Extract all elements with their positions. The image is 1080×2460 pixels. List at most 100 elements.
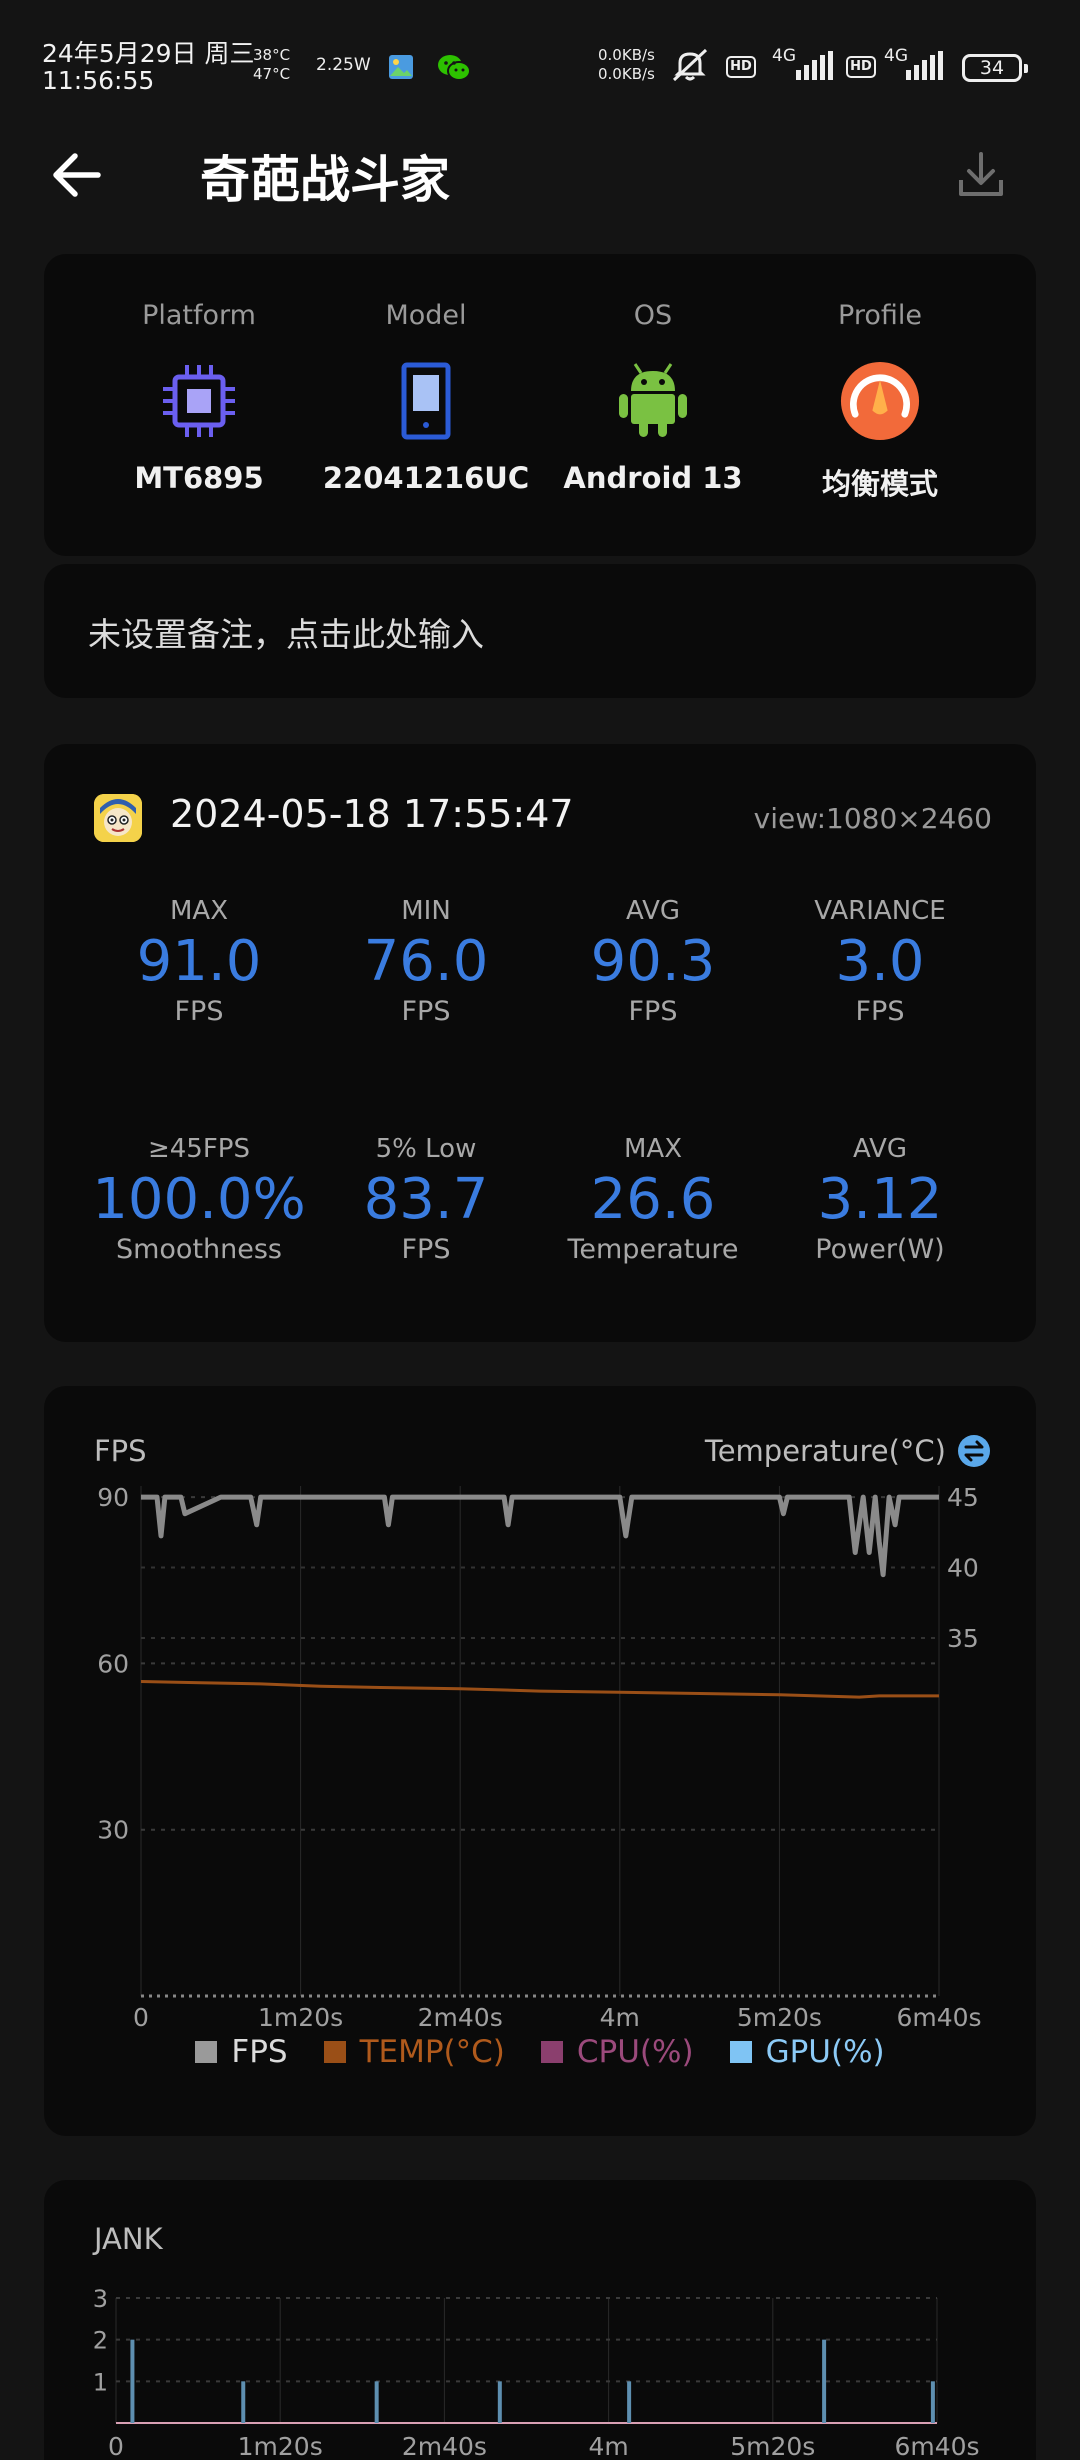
- x-tick-label: 4m: [600, 2003, 640, 2032]
- x-tick-label: 2m40s: [402, 2432, 487, 2460]
- fps-series-line: [141, 1494, 939, 1578]
- legend-label: GPU(%): [765, 2034, 885, 2070]
- jank-chart-card: JANK 0 1m20s 2m40s 4m 5m20s 6m40s 3 2 1: [44, 2180, 1036, 2460]
- status-net-speed: 0.0KB/s 0.0KB/s: [598, 46, 655, 84]
- fps-point: [254, 1522, 259, 1527]
- stat-avg-power: AVG 3.12 Power(W): [767, 1134, 993, 1265]
- session-timestamp: 2024-05-18 17:55:47: [170, 792, 574, 836]
- profile-value: 均衡模式: [821, 467, 938, 501]
- stat-max-temperature: MAX 26.6 Temperature: [540, 1134, 766, 1265]
- y-tick-label: 90: [97, 1483, 129, 1512]
- legend-swatch: [323, 2041, 346, 2063]
- y2-tick-label: 35: [947, 1624, 979, 1653]
- battery-icon: 34: [962, 54, 1028, 82]
- stat-value: 3.12: [817, 1167, 943, 1232]
- y2-tick-label: 45: [947, 1483, 979, 1512]
- stat-value: 91.0: [136, 929, 262, 994]
- legend-fps[interactable]: FPS: [195, 2034, 288, 2070]
- note-input[interactable]: 未设置备注，点击此处输入: [44, 564, 1036, 698]
- platform-info: Platform MT6895: [86, 254, 312, 495]
- stat-label: MAX: [623, 1134, 683, 1164]
- fps-chart-legend: FPS TEMP(°C) CPU(%) GPU(%): [44, 2034, 1036, 2070]
- stat-avg-fps: AVG 90.3 FPS: [540, 896, 766, 1027]
- profile-label: Profile: [838, 300, 922, 331]
- x-tick-label: 0: [108, 2432, 124, 2460]
- fps-point: [506, 1522, 511, 1527]
- y-tick-label: 1: [93, 2368, 108, 2396]
- y2-tick-label: 40: [947, 1554, 979, 1583]
- temperature-axis-toggle[interactable]: Temperature(°C): [705, 1434, 990, 1468]
- back-button[interactable]: [48, 148, 108, 202]
- model-info: Model 22041216UC: [313, 254, 539, 495]
- network-type-4g: 4G: [772, 46, 796, 66]
- android-icon: [613, 361, 693, 441]
- jank-chart-title: JANK: [94, 2222, 163, 2256]
- os-value: Android 13: [563, 461, 743, 495]
- stat-label: MIN: [401, 896, 451, 926]
- fps-point: [853, 1550, 858, 1555]
- legend-cpu[interactable]: CPU(%): [540, 2034, 694, 2070]
- temperature-series-line: [140, 1680, 939, 1699]
- device-info-card: Platform MT6895 Model 22041216UC OS Andr…: [44, 254, 1036, 556]
- gallery-notification-icon: [388, 54, 414, 84]
- stat-unit: FPS: [628, 996, 678, 1027]
- legend-gpu[interactable]: GPU(%): [729, 2034, 885, 2070]
- y-tick-label: 2: [93, 2327, 108, 2355]
- stat-value: 3.0: [835, 929, 925, 994]
- network-type-4g-2: 4G: [884, 46, 908, 66]
- page-title: 奇葩战斗家: [200, 151, 450, 209]
- stat-label: 5% Low: [375, 1134, 477, 1164]
- game-icon: [94, 794, 142, 842]
- profile-info: Profile 均衡模式: [767, 254, 993, 503]
- stat-unit: FPS: [401, 1234, 451, 1265]
- y-tick-label: 30: [97, 1816, 129, 1845]
- jank-chart: 0 1m20s 2m40s 4m 5m20s 6m40s 3 2 1: [93, 2285, 980, 2460]
- fps-point: [893, 1522, 898, 1527]
- view-resolution: view:1080×2460: [753, 802, 992, 835]
- fps-point: [386, 1522, 391, 1527]
- phone-icon: [386, 361, 466, 441]
- jank-bar: [497, 2381, 502, 2423]
- hd-voice-icon-2: HD: [846, 56, 876, 78]
- fps-chart-title: FPS: [94, 1434, 147, 1468]
- legend-swatch: [540, 2041, 563, 2063]
- stat-value: 83.7: [363, 1167, 489, 1232]
- stat-unit: Smoothness: [115, 1234, 283, 1265]
- x-tick-label: 5m20s: [737, 2003, 822, 2032]
- status-date: 24年5月29日 周三: [42, 39, 255, 68]
- status-temperatures: 38°C 47°C: [253, 46, 290, 84]
- legend-label: FPS: [231, 2034, 288, 2070]
- platform-value: MT6895: [134, 461, 264, 495]
- wechat-notification-icon: [436, 53, 472, 87]
- fps-point: [877, 1539, 882, 1544]
- download-button[interactable]: [956, 150, 1006, 200]
- stat-label: VARIANCE: [814, 896, 946, 926]
- hd-voice-icon: HD: [726, 56, 756, 78]
- platform-label: Platform: [142, 300, 256, 331]
- model-value: 22041216UC: [322, 461, 530, 495]
- x-tick-label: 6m40s: [896, 2003, 981, 2032]
- status-temp-top: 38°C: [253, 46, 291, 64]
- signal-strength-icon-2: [906, 51, 943, 80]
- x-tick-label: 1m20s: [258, 2003, 343, 2032]
- fps-point: [623, 1533, 628, 1538]
- stat-value: 100.0%: [92, 1167, 306, 1232]
- stat-label: MAX: [169, 896, 229, 926]
- jank-bar: [130, 2339, 135, 2423]
- stat-unit: FPS: [855, 996, 905, 1027]
- y-tick-label: 60: [97, 1649, 129, 1678]
- legend-temp[interactable]: TEMP(°C): [323, 2034, 505, 2070]
- fps-point: [881, 1572, 886, 1577]
- jank-bar: [374, 2381, 379, 2423]
- jank-bar: [822, 2339, 827, 2423]
- stat-unit: FPS: [401, 996, 451, 1027]
- x-tick-label: 5m20s: [730, 2432, 815, 2460]
- fps-chart-card: FPS Temperature(°C) 0 1m20s 2m40s 4m 5m20s 6m…: [44, 1386, 1036, 2136]
- legend-label: CPU(%): [576, 2034, 694, 2070]
- jank-bar: [930, 2381, 935, 2423]
- fps-point: [158, 1533, 163, 1538]
- y-tick-label: 3: [93, 2285, 108, 2313]
- jank-bar: [627, 2381, 632, 2423]
- x-tick-label: 4m: [588, 2432, 628, 2460]
- stat-unit: Temperature: [567, 1234, 739, 1265]
